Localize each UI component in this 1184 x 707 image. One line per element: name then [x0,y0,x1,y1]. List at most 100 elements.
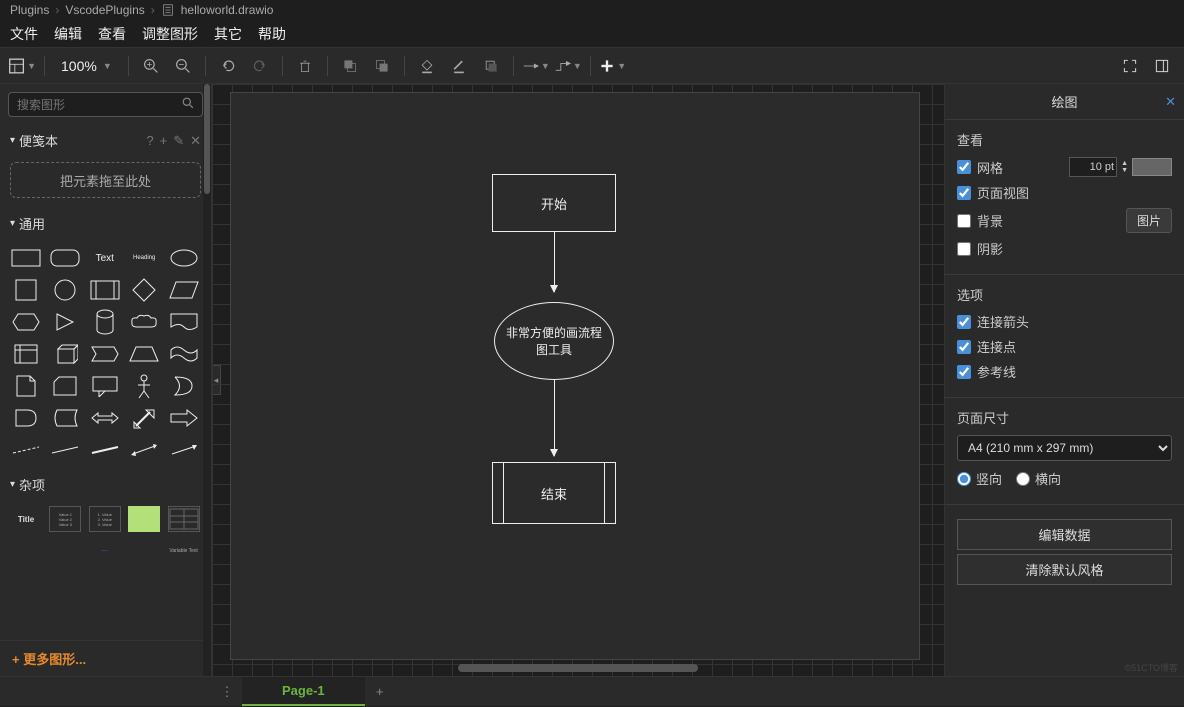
zoom-in-button[interactable] [137,52,165,80]
shape-arrow-bidir[interactable] [89,405,121,431]
to-front-button[interactable] [336,52,364,80]
page-size-select[interactable]: A4 (210 mm x 297 mm) [957,435,1172,461]
help-icon[interactable]: ? [146,133,153,149]
menu-help[interactable]: 帮助 [258,24,286,44]
shape-arrow-ne[interactable] [128,405,160,431]
search-shapes[interactable] [8,92,203,117]
shape-or[interactable] [168,373,200,399]
search-input[interactable] [17,98,182,112]
shape-note[interactable] [10,373,42,399]
shape-triangle[interactable] [49,309,81,335]
stepper-down-icon[interactable]: ▼ [1121,167,1128,174]
shape-tape[interactable] [168,341,200,367]
misc-title[interactable]: Title [10,506,42,532]
shape-line-dashed[interactable] [10,437,42,463]
clear-style-button[interactable]: 清除默认风格 [957,554,1172,585]
shape-heading[interactable]: Heading [128,245,160,271]
shape-data-storage[interactable] [49,405,81,431]
misc-a[interactable] [10,538,42,564]
shape-rounded-rect[interactable] [49,245,81,271]
menu-view[interactable]: 查看 [98,24,126,44]
image-button[interactable]: 图片 [1126,208,1172,233]
shadow-button[interactable] [477,52,505,80]
shape-process[interactable] [89,277,121,303]
canvas[interactable]: ◂ 开始 非常方便的画流程图工具 结束 [212,84,944,676]
menu-other[interactable]: 其它 [214,24,242,44]
edit-data-button[interactable]: 编辑数据 [957,519,1172,550]
shape-cloud[interactable] [128,309,160,335]
more-shapes-button[interactable]: + 更多图形... [0,640,211,676]
zoom-out-button[interactable] [169,52,197,80]
shape-text[interactable]: Text [89,245,121,271]
checkbox-pageview[interactable] [957,186,971,200]
scrollbar-horizontal[interactable] [458,664,698,672]
section-general[interactable]: ▾ 通用 [0,208,211,239]
grid-color-swatch[interactable] [1132,158,1172,176]
node-middle[interactable]: 非常方便的画流程图工具 [494,302,614,380]
pages-menu-button[interactable]: ⋮ [212,677,242,707]
checkbox-conn-arrows[interactable] [957,315,971,329]
checkbox-guides[interactable] [957,365,971,379]
misc-values[interactable]: Value 1Value 2Value 3 [49,506,81,532]
misc-vartext[interactable]: Variable Text [168,538,200,564]
shape-hexagon[interactable] [10,309,42,335]
shape-and[interactable] [10,405,42,431]
edge-start-middle[interactable] [554,232,555,292]
zoom-select[interactable]: 100% ▼ [53,58,120,74]
shape-arrow-line[interactable] [168,437,200,463]
stepper-up-icon[interactable]: ▲ [1121,160,1128,167]
close-icon[interactable]: ✕ [190,133,201,149]
misc-c[interactable]: — [89,538,121,564]
scrollbar-vertical[interactable] [203,84,211,676]
menu-file[interactable]: 文件 [10,24,38,44]
shape-ellipse[interactable] [168,245,200,271]
misc-values2[interactable]: 1. Value2. Value3. Value [89,506,121,532]
page-tab-active[interactable]: Page-1 [242,677,365,706]
shape-callout[interactable] [89,373,121,399]
shape-cylinder[interactable] [89,309,121,335]
undo-button[interactable] [214,52,242,80]
node-start[interactable]: 开始 [492,174,616,232]
menu-edit[interactable]: 编辑 [54,24,82,44]
edit-icon[interactable]: ✎ [173,133,184,149]
grid-size-input[interactable] [1069,157,1117,177]
shape-line-bold[interactable] [89,437,121,463]
checkbox-grid[interactable] [957,160,971,174]
fill-color-button[interactable] [413,52,441,80]
shape-parallelogram[interactable] [168,277,200,303]
redo-button[interactable] [246,52,274,80]
checkbox-shadow[interactable] [957,242,971,256]
breadcrumb-item[interactable]: VscodePlugins [65,3,144,17]
radio-portrait[interactable] [957,472,971,486]
section-misc[interactable]: ▾ 杂项 [0,469,211,500]
shape-trapezoid[interactable] [128,341,160,367]
shape-bidir-arrow-line[interactable] [128,437,160,463]
line-color-button[interactable] [445,52,473,80]
misc-table[interactable] [168,506,200,532]
section-scratchpad[interactable]: ▾ 便笺本 ? + ✎ ✕ [0,125,211,156]
delete-button[interactable] [291,52,319,80]
checkbox-background[interactable] [957,214,971,228]
shape-document[interactable] [168,309,200,335]
radio-landscape[interactable] [1016,472,1030,486]
misc-green[interactable] [128,506,160,532]
menu-extras[interactable]: 调整图形 [142,24,198,44]
shape-step[interactable] [89,341,121,367]
shape-square[interactable] [10,277,42,303]
node-end[interactable]: 结束 [492,462,616,524]
shape-arrow-right-big[interactable] [168,405,200,431]
shape-cube[interactable] [49,341,81,367]
waypoint-button[interactable]: ▼ [554,52,582,80]
shape-diamond[interactable] [128,277,160,303]
shape-actor[interactable] [128,373,160,399]
shape-internal-storage[interactable] [10,341,42,367]
format-panel-button[interactable] [1148,52,1176,80]
breadcrumb-item[interactable]: helloworld.drawio [181,3,274,17]
insert-button[interactable]: ▼ [599,52,627,80]
checkbox-conn-points[interactable] [957,340,971,354]
scratchpad-dropzone[interactable]: 把元素拖至此处 [10,162,201,198]
breadcrumb-item[interactable]: Plugins [10,3,49,17]
edge-middle-end[interactable] [554,380,555,456]
add-icon[interactable]: + [160,133,168,149]
fullscreen-button[interactable] [1116,52,1144,80]
